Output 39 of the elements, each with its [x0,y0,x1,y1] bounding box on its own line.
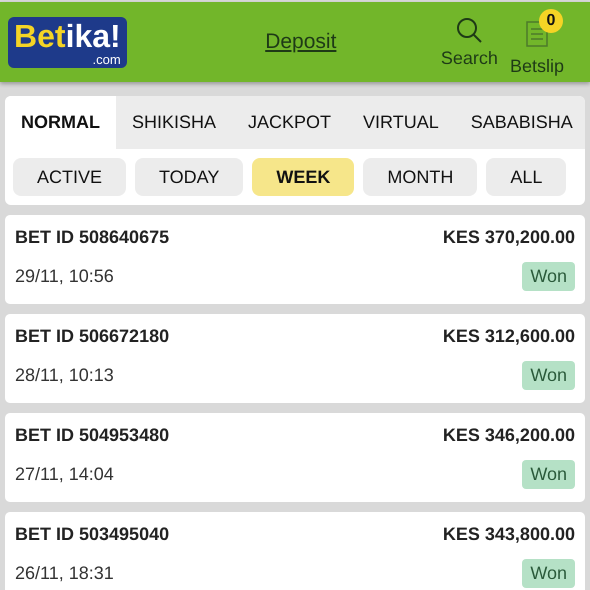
bet-time: 27/11, 14:04 [15,464,114,485]
tab[interactable]: SHIKISHA [116,96,232,149]
status-badge: Won [522,262,575,291]
bet-card[interactable]: BET ID 508640675 KES 370,200.00 29/11, 10:56 Won [5,215,585,304]
filter-button[interactable]: WEEK [252,158,354,196]
betslip-count: 0 [538,9,563,33]
logo-domain: .com [92,52,121,66]
tab[interactable]: JACKPOT [232,96,348,149]
bet-amount: KES 370,200.00 [442,227,575,248]
tab[interactable]: VIRTUAL [347,96,455,149]
search-button[interactable]: Search [434,16,504,68]
tab[interactable]: NORMAL [5,96,116,149]
betslip-button[interactable]: 0 Betslip [504,7,582,77]
status-badge: Won [522,460,575,489]
status-badge: Won [522,559,575,588]
bet-amount: KES 346,200.00 [442,425,575,446]
notepad-icon [524,19,549,47]
logo-text: Betika! [14,18,121,52]
bet-amount: KES 312,600.00 [442,326,575,347]
filter-button[interactable]: ACTIVE [13,158,126,196]
search-icon [455,16,484,44]
bet-time: 28/11, 10:13 [15,365,114,386]
status-badge: Won [522,361,575,390]
bet-id: BET ID 503495040 [15,524,170,545]
bet-id: BET ID 504953480 [15,425,170,446]
logo[interactable]: Betika! .com [8,16,127,68]
filter-button[interactable]: TODAY [135,158,244,196]
bet-id: BET ID 508640675 [15,227,170,248]
bet-card[interactable]: BET ID 506672180 KES 312,600.00 28/11, 10:13 Won [5,314,585,403]
bet-card[interactable]: BET ID 503495040 KES 343,800.00 26/11, 18:31 Won [5,512,585,590]
bet-time: 26/11, 18:31 [15,563,114,584]
bet-amount: KES 343,800.00 [442,524,575,545]
deposit-link[interactable]: Deposit [265,30,336,54]
bet-card[interactable]: BET ID 504953480 KES 346,200.00 27/11, 14:04 Won [5,413,585,502]
bet-time: 29/11, 10:56 [15,266,114,287]
bet-id: BET ID 506672180 [15,326,170,347]
tab[interactable]: SABABISHA [454,96,585,149]
filter-button[interactable]: ALL [486,158,566,196]
filter-button[interactable]: MONTH [363,158,478,196]
